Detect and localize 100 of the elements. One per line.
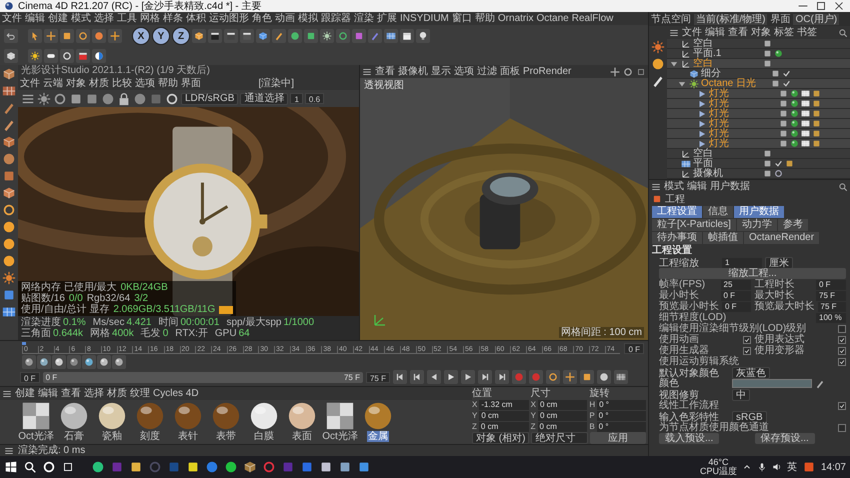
object-row[interactable]: 平面.1	[667, 49, 850, 59]
object-row[interactable]: 灯光	[667, 109, 850, 119]
checkbox[interactable]	[838, 336, 846, 344]
menu-item[interactable]: 文件	[20, 78, 40, 89]
number-field[interactable]: 0 F	[816, 280, 846, 290]
menu-item[interactable]: 动画	[275, 13, 295, 24]
material-tool-icon[interactable]	[97, 355, 111, 369]
move-icon[interactable]	[44, 29, 58, 43]
next-key-icon[interactable]	[478, 370, 492, 384]
render-settings-icon[interactable]	[240, 29, 254, 43]
next-frame-icon[interactable]	[461, 370, 475, 384]
eyedropper-icon[interactable]	[815, 378, 825, 388]
menu-item[interactable]: 渲染	[354, 13, 374, 24]
checkbox[interactable]	[838, 358, 846, 366]
menu-item[interactable]: RealFlow	[572, 13, 614, 24]
menu-item[interactable]: 纹理	[130, 388, 150, 399]
object-row[interactable]: 灯光	[667, 99, 850, 109]
lock-icon[interactable]	[117, 92, 131, 106]
menu-item[interactable]: 对象	[66, 78, 86, 89]
menu-item[interactable]: 选择	[94, 13, 114, 24]
material-tool-icon[interactable]	[67, 355, 81, 369]
tab[interactable]: 信息	[703, 206, 733, 218]
menu-item[interactable]: 帮助	[158, 78, 178, 89]
material-item[interactable]: 刻度	[132, 401, 168, 442]
menu-item[interactable]: 云端	[43, 78, 63, 89]
color-mode-dropdown[interactable]: LDR/sRGB	[181, 92, 238, 104]
sun-icon[interactable]	[28, 49, 42, 63]
menu-item[interactable]: 查看	[728, 27, 748, 38]
search-icon[interactable]	[23, 460, 37, 474]
axis-lock-button[interactable]: X	[132, 27, 150, 45]
action-button[interactable]: 保存预设...	[754, 433, 815, 444]
app-icon[interactable]	[129, 460, 143, 474]
cloner-icon[interactable]	[336, 29, 350, 43]
input-method-icon[interactable]	[802, 460, 816, 474]
texture-icon[interactable]	[2, 84, 16, 98]
menu-item[interactable]: 过滤	[477, 66, 497, 77]
floor-icon[interactable]	[384, 29, 398, 43]
menu-item[interactable]: 材质	[89, 78, 109, 89]
object-row[interactable]: 平面	[667, 159, 850, 169]
tab[interactable]: 动力学	[736, 219, 777, 231]
checkbox[interactable]	[838, 402, 846, 410]
number-field[interactable]: 0 F	[722, 302, 750, 312]
material-item[interactable]: 表面	[284, 401, 320, 442]
menu-item[interactable]: 编辑	[25, 13, 45, 24]
menu-icon[interactable]	[651, 182, 661, 192]
play-icon[interactable]	[444, 370, 458, 384]
light-icon[interactable]	[416, 29, 430, 43]
object-row[interactable]: 细分	[667, 69, 850, 79]
size-mode-dropdown[interactable]: 绝对尺寸	[531, 432, 588, 444]
display-icon[interactable]	[44, 49, 58, 63]
color-swatch[interactable]	[732, 379, 812, 388]
menu-item[interactable]: 比较	[112, 78, 132, 89]
menu-item[interactable]: 体积	[186, 13, 206, 24]
menu-item[interactable]: Octane	[536, 13, 569, 24]
menu-item[interactable]: 界面	[181, 78, 201, 89]
camera-icon[interactable]	[400, 29, 414, 43]
go-to-end-icon[interactable]	[495, 370, 509, 384]
sphere-icon[interactable]	[60, 49, 74, 63]
tab[interactable]: 工程设置	[652, 206, 702, 218]
menu-item[interactable]: 选择	[84, 388, 104, 399]
menu-item[interactable]: 跟踪器	[321, 13, 351, 24]
menu-item[interactable]: 模式	[664, 181, 684, 192]
coordinate-field[interactable]: -1.32 cm	[479, 400, 529, 410]
menu-item[interactable]: 用户数据	[710, 181, 750, 192]
number-field[interactable]: 1	[290, 93, 303, 104]
menu-item[interactable]: 查看	[375, 66, 395, 77]
settings-icon[interactable]	[37, 92, 51, 106]
menu-item[interactable]: 编辑	[687, 181, 707, 192]
object-row[interactable]: 灯光	[667, 119, 850, 129]
menu-item[interactable]: 扩展	[377, 13, 397, 24]
material-item[interactable]: 石膏	[56, 401, 92, 442]
range-slider[interactable]: 0 F 75 F	[42, 372, 363, 382]
render-icon[interactable]	[651, 40, 665, 54]
menu-item[interactable]: 文件	[2, 13, 22, 24]
dropdown[interactable]: 中	[732, 389, 750, 401]
coordinate-field[interactable]: 0 cm	[478, 422, 529, 432]
snap-icon[interactable]	[2, 203, 16, 217]
record-icon[interactable]	[76, 49, 90, 63]
material-item[interactable]: 表带	[208, 401, 244, 442]
checkbox[interactable]	[742, 346, 750, 354]
previous-key-icon[interactable]	[410, 370, 424, 384]
coordinate-icon[interactable]	[192, 29, 206, 43]
menu-item[interactable]: 标签	[774, 27, 794, 38]
object-row[interactable]: 空白	[667, 59, 850, 69]
menu-item[interactable]: 编辑	[705, 27, 725, 38]
axis-lock-button[interactable]: Z	[172, 27, 190, 45]
layer-icon[interactable]	[2, 288, 16, 302]
number-field[interactable]: 0.6	[304, 93, 324, 104]
material-item[interactable]: 金属	[360, 401, 396, 442]
tab[interactable]: 参考	[778, 219, 808, 231]
move-view-icon[interactable]	[610, 66, 620, 76]
menu-item[interactable]: 网格	[140, 13, 160, 24]
menu-icon[interactable]	[2, 388, 12, 398]
rotate-icon[interactable]	[76, 29, 90, 43]
clock[interactable]: 14:07	[820, 462, 846, 472]
frame-field[interactable]: 75 F	[366, 372, 390, 382]
unit-dropdown[interactable]: 厘米	[765, 257, 793, 269]
number-field[interactable]: 25	[720, 280, 750, 290]
refresh-icon[interactable]	[53, 92, 67, 106]
apply-button[interactable]: 应用	[590, 432, 646, 444]
